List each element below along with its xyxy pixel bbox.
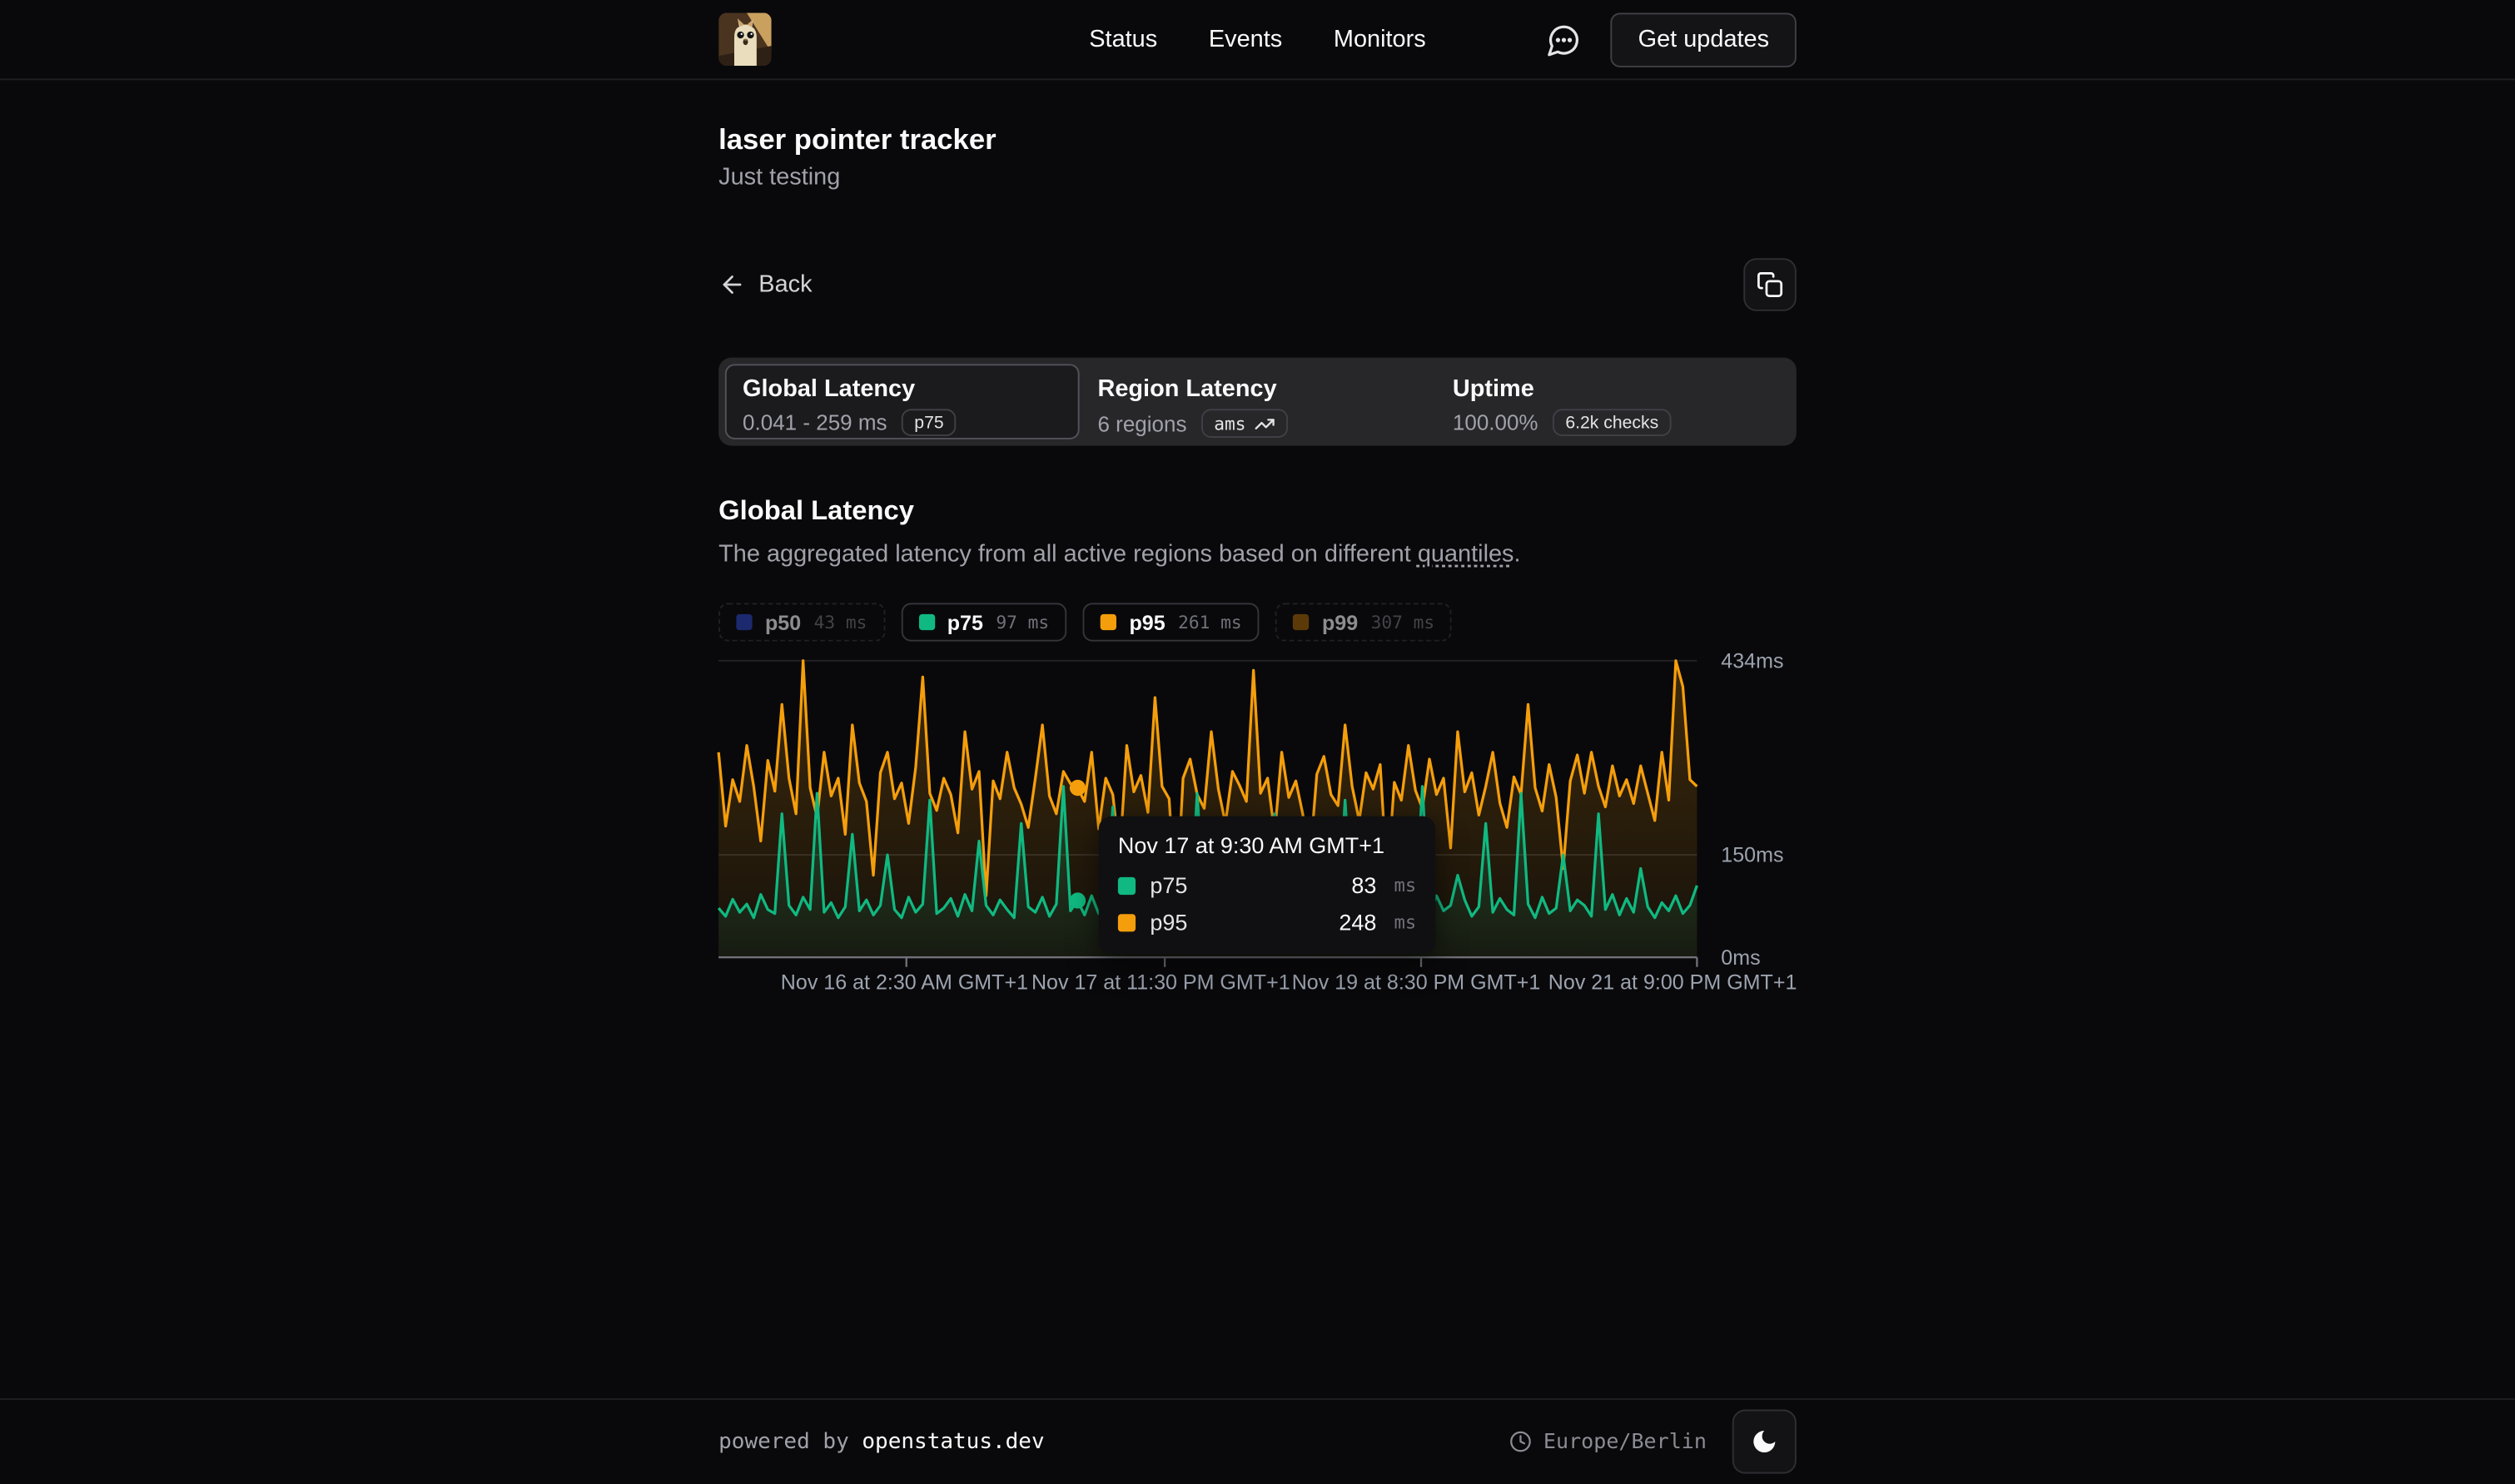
theme-toggle-button[interactable] xyxy=(1732,1410,1797,1474)
p95-swatch xyxy=(1101,614,1116,630)
clock-icon xyxy=(1509,1431,1532,1453)
nav-link-status[interactable]: Status xyxy=(1089,26,1157,53)
timezone: Europe/Berlin xyxy=(1509,1430,1706,1454)
openstatus-link[interactable]: openstatus.dev xyxy=(862,1429,1044,1455)
nav-link-monitors[interactable]: Monitors xyxy=(1334,26,1426,53)
page-header: laser pointer tracker Just testing xyxy=(718,80,1797,196)
back-label: Back xyxy=(758,271,812,299)
tooltip-row-p75: p75 83 ms xyxy=(1118,872,1416,898)
tab-title: Global Latency xyxy=(743,374,1062,406)
arrow-left-icon xyxy=(718,271,746,299)
tab-value: 0.041 - 259 ms xyxy=(743,410,887,434)
page-footer: powered by openstatus.dev Europe/Berlin xyxy=(0,1397,2515,1484)
get-updates-button[interactable]: Get updates xyxy=(1611,12,1797,67)
region-badge: ams xyxy=(1201,409,1288,438)
x-tick-label: Nov 19 at 8:30 PM GMT+1 xyxy=(1292,970,1541,995)
tooltip-row-p95: p95 248 ms xyxy=(1118,909,1416,935)
legend-chip-p95[interactable]: p95 261 ms xyxy=(1083,603,1260,641)
x-tick-label: Nov 21 at 9:00 PM GMT+1 xyxy=(1548,970,1797,995)
quantile-badge: p75 xyxy=(902,409,957,436)
p75-swatch xyxy=(1118,876,1136,894)
y-tick-label: 0ms xyxy=(1721,945,1760,970)
tab-title: Region Latency xyxy=(1097,374,1417,406)
checks-badge: 6.2k checks xyxy=(1553,409,1672,436)
page-title: laser pointer tracker xyxy=(718,120,1797,158)
tooltip-title: Nov 17 at 9:30 AM GMT+1 xyxy=(1118,832,1416,858)
section-description: The aggregated latency from all active r… xyxy=(718,537,1797,570)
tab-value: 6 regions xyxy=(1097,411,1186,435)
x-axis-labels: Nov 16 at 2:30 AM GMT+1 Nov 17 at 11:30 … xyxy=(718,970,1697,1003)
y-tick-label: 434ms xyxy=(1721,648,1783,673)
tab-global-latency[interactable]: Global Latency 0.041 - 259 ms p75 xyxy=(725,364,1080,439)
top-nav: Status Events Monitors Get updates xyxy=(0,0,2515,80)
moon-icon xyxy=(1750,1427,1779,1457)
p99-swatch xyxy=(1293,614,1309,630)
legend-chip-p99[interactable]: p99 307 ms xyxy=(1275,603,1452,641)
nav-link-events[interactable]: Events xyxy=(1209,26,1282,53)
copy-link-button[interactable] xyxy=(1743,258,1797,311)
status-page: Status Events Monitors Get updates xyxy=(0,0,2515,1484)
x-tick-label: Nov 16 at 2:30 AM GMT+1 xyxy=(781,970,1028,995)
chart-legend: p50 43 ms p75 97 ms p95 261 ms p99 307 m… xyxy=(718,603,1797,641)
latency-chart[interactable]: 434ms 150ms 0ms Nov 16 at 2:30 AM GMT+1 … xyxy=(718,653,1797,1002)
quantiles-link[interactable]: quantiles xyxy=(1418,540,1514,568)
y-axis-labels: 434ms 150ms 0ms xyxy=(1697,653,1796,967)
trending-up-icon xyxy=(1254,413,1275,434)
legend-chip-p75[interactable]: p75 97 ms xyxy=(901,603,1066,641)
tab-region-latency[interactable]: Region Latency 6 regions ams xyxy=(1080,364,1434,439)
y-tick-label: 150ms xyxy=(1721,843,1783,867)
tab-uptime[interactable]: Uptime 100.00% 6.2k checks xyxy=(1435,364,1790,439)
x-tick-label: Nov 17 at 11:30 PM GMT+1 xyxy=(1031,970,1290,995)
legend-chip-p50[interactable]: p50 43 ms xyxy=(718,603,884,641)
p50-swatch xyxy=(736,614,752,630)
site-logo[interactable] xyxy=(718,12,772,66)
cat-logo-image xyxy=(718,12,772,66)
main-content: laser pointer tracker Just testing Back xyxy=(0,80,2515,1397)
copy-icon xyxy=(1757,271,1784,299)
feedback-chat-icon[interactable] xyxy=(1547,22,1582,57)
metric-tabs: Global Latency 0.041 - 259 ms p75 Region… xyxy=(718,358,1797,446)
p75-swatch xyxy=(918,614,934,630)
back-button[interactable]: Back xyxy=(718,271,812,299)
section-title: Global Latency xyxy=(718,495,1797,528)
tab-title: Uptime xyxy=(1453,374,1772,406)
p95-swatch xyxy=(1118,913,1136,931)
nav-links: Status Events Monitors xyxy=(1089,0,1425,78)
chart-tooltip: Nov 17 at 9:30 AM GMT+1 p75 83 ms p95 24… xyxy=(1099,816,1436,955)
tab-value: 100.00% xyxy=(1453,410,1538,434)
powered-by: powered by openstatus.dev xyxy=(718,1429,1045,1455)
page-subtitle: Just testing xyxy=(718,161,1797,196)
